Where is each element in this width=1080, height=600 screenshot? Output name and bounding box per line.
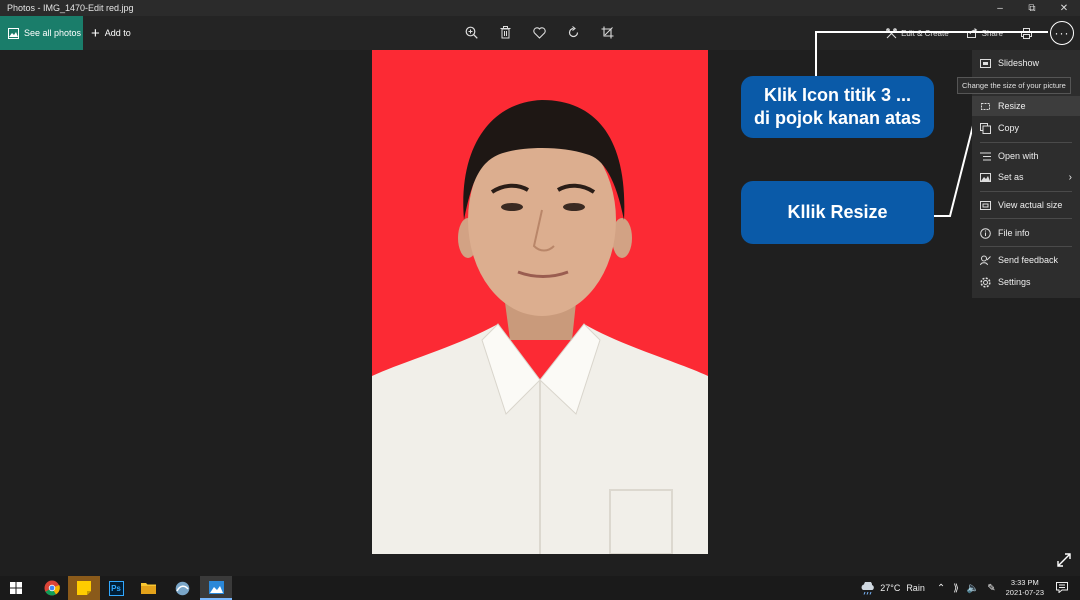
- menu-item-slideshow[interactable]: Slideshow: [972, 53, 1080, 73]
- slideshow-icon: [980, 58, 991, 69]
- callout-resize-text: Kllik Resize: [787, 202, 888, 222]
- callout-three-dots-line1: Klik Icon titik 3 ...: [763, 85, 912, 105]
- open-with-icon: [980, 151, 991, 162]
- set-as-icon: [980, 172, 991, 183]
- resize-icon: [980, 101, 991, 112]
- sticky-notes-icon: [77, 581, 91, 595]
- feedback-icon: [980, 255, 991, 266]
- menu-item-file-info[interactable]: File info: [972, 223, 1080, 243]
- callout-resize: Kllik Resize: [741, 181, 934, 244]
- clock-date: 2021-07-23: [1005, 588, 1044, 597]
- resize-tooltip: Change the size of your picture: [957, 77, 1071, 94]
- taskbar-clock[interactable]: 3:33 PM 2021-07-23: [1006, 578, 1044, 598]
- menu-item-resize[interactable]: Resize: [972, 96, 1080, 116]
- taskbar-photos[interactable]: [200, 576, 232, 600]
- chevron-up-icon[interactable]: ⌃: [937, 583, 945, 594]
- menu-item-label: Send feedback: [998, 255, 1059, 265]
- start-button[interactable]: [0, 576, 32, 600]
- copy-icon: [980, 122, 991, 134]
- clock-time: 3:33 PM: [1010, 578, 1039, 587]
- menu-item-open-with[interactable]: Open with: [972, 146, 1080, 166]
- info-icon: [980, 227, 991, 239]
- menu-item-settings[interactable]: Settings: [972, 272, 1080, 292]
- chrome-icon: [44, 580, 60, 596]
- folder-icon: [140, 583, 156, 594]
- chevron-right-icon: ›: [1068, 171, 1072, 183]
- windows-taskbar: Ps 27°C Rain ⌃ ⟫ 🔈 ✎ 3:33 PM 2021-07-23: [0, 576, 1080, 600]
- menu-item-label: Settings: [998, 277, 1031, 287]
- pen-icon[interactable]: ✎: [987, 583, 995, 594]
- system-tray: 27°C Rain ⌃ ⟫ 🔈 ✎ 3:33 PM 2021-07-23: [860, 576, 1080, 600]
- menu-separator: [980, 246, 1072, 247]
- taskbar-app[interactable]: [166, 576, 198, 600]
- gear-icon: [980, 276, 991, 288]
- menu-item-send-feedback[interactable]: Send feedback: [972, 250, 1080, 270]
- menu-item-view-actual-size[interactable]: View actual size: [972, 195, 1080, 215]
- menu-item-label: Copy: [998, 123, 1020, 133]
- menu-item-label: Open with: [998, 151, 1039, 161]
- menu-separator: [980, 191, 1072, 192]
- menu-item-label: Resize: [998, 101, 1026, 111]
- menu-item-label: File info: [998, 228, 1030, 238]
- volume-icon[interactable]: 🔈: [967, 583, 979, 594]
- taskbar-chrome[interactable]: [36, 576, 68, 600]
- fullscreen-expand-icon[interactable]: [1056, 552, 1072, 568]
- menu-separator: [980, 142, 1072, 143]
- taskbar-sticky-notes[interactable]: [68, 576, 100, 600]
- menu-item-copy[interactable]: Copy: [972, 118, 1080, 138]
- photos-app-icon: [208, 580, 224, 594]
- rain-cloud-icon: [861, 581, 875, 595]
- menu-item-label: View actual size: [998, 200, 1063, 210]
- callout-three-dots: Klik Icon titik 3 ... di pojok kanan ata…: [741, 76, 934, 138]
- weather-temp: 27°C: [880, 583, 901, 593]
- app-icon: [175, 581, 189, 595]
- taskbar-file-explorer[interactable]: [132, 576, 164, 600]
- windows-logo-icon: [10, 582, 22, 594]
- menu-separator: [980, 218, 1072, 219]
- weather-desc: Rain: [906, 583, 925, 593]
- notification-icon[interactable]: [1056, 581, 1068, 595]
- network-icon[interactable]: ⟫: [953, 583, 959, 594]
- menu-item-label: Slideshow: [998, 58, 1040, 68]
- menu-item-set-as[interactable]: Set as ›: [972, 167, 1080, 187]
- taskbar-photoshop[interactable]: Ps: [100, 576, 132, 600]
- photoshop-icon: Ps: [108, 580, 124, 596]
- menu-item-label: Set as: [998, 172, 1024, 182]
- callout-three-dots-line2: di pojok kanan atas: [753, 108, 922, 128]
- actual-size-icon: [980, 200, 991, 211]
